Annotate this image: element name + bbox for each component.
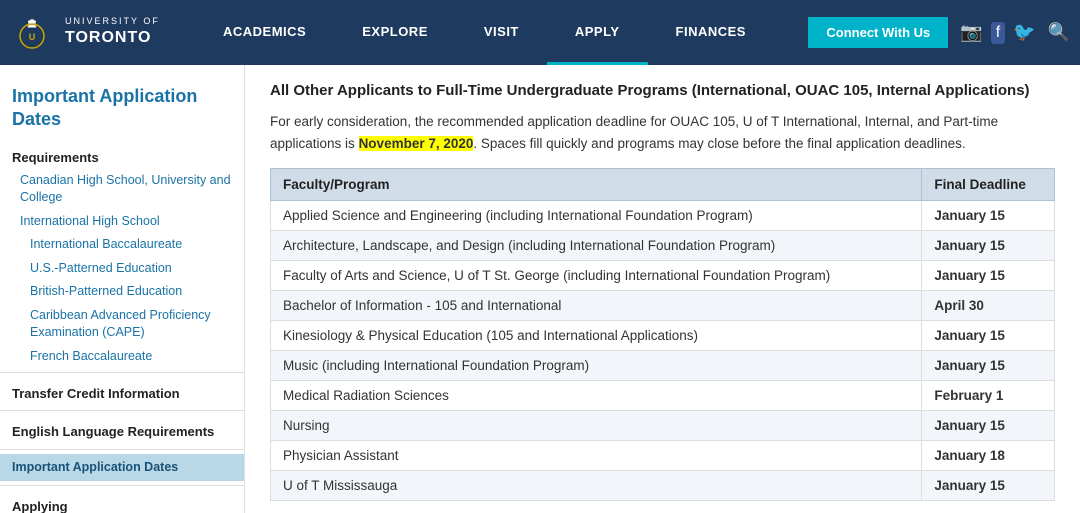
- nav-explore[interactable]: EXPLORE: [334, 0, 456, 65]
- university-crest: 🏛 U: [10, 8, 55, 58]
- program-cell: Kinesiology & Physical Education (105 an…: [271, 321, 922, 351]
- top-bar: 🏛 U UNIVERSITY OF TORONTO ACADEMICS EXPL…: [0, 0, 1080, 65]
- sidebar-intl-highschool[interactable]: International High School: [0, 210, 244, 234]
- sidebar-us-patterned[interactable]: U.S.-Patterned Education: [0, 257, 244, 281]
- table-row: Music (including International Foundatio…: [271, 351, 1055, 381]
- sidebar-requirements-header: Requirements: [0, 142, 244, 169]
- sidebar-cape[interactable]: Caribbean Advanced Proficiency Examinati…: [0, 304, 244, 345]
- body-after-highlight: . Spaces fill quickly and programs may c…: [473, 136, 965, 151]
- deadline-cell: April 30: [922, 291, 1055, 321]
- logo-area: 🏛 U UNIVERSITY OF TORONTO: [10, 8, 195, 58]
- program-cell: Physician Assistant: [271, 441, 922, 471]
- nav-visit[interactable]: VISIT: [456, 0, 547, 65]
- nav-finances[interactable]: FINANCES: [648, 0, 774, 65]
- program-cell: Bachelor of Information - 105 and Intern…: [271, 291, 922, 321]
- content-title: All Other Applicants to Full-Time Underg…: [270, 80, 1055, 101]
- table-row: Physician AssistantJanuary 18: [271, 441, 1055, 471]
- sidebar-french-baccalaureate[interactable]: French Baccalaureate: [0, 345, 244, 369]
- deadline-cell: January 15: [922, 261, 1055, 291]
- program-cell: Architecture, Landscape, and Design (inc…: [271, 231, 922, 261]
- main-nav: ACADEMICS EXPLORE VISIT APPLY FINANCES: [195, 0, 808, 65]
- table-row: NursingJanuary 15: [271, 411, 1055, 441]
- deadline-cell: January 18: [922, 441, 1055, 471]
- sidebar-applying[interactable]: Applying: [0, 490, 244, 513]
- sidebar-canadian-highschool[interactable]: Canadian High School, University and Col…: [0, 169, 244, 210]
- sidebar-divider-4: [0, 485, 244, 486]
- sidebar-divider-2: [0, 410, 244, 411]
- col-deadline-header: Final Deadline: [922, 169, 1055, 201]
- table-row: U of T MississaugaJanuary 15: [271, 471, 1055, 501]
- col-program-header: Faculty/Program: [271, 169, 922, 201]
- deadline-cell: February 1: [922, 381, 1055, 411]
- program-cell: Nursing: [271, 411, 922, 441]
- nav-academics[interactable]: ACADEMICS: [195, 0, 334, 65]
- nav-apply[interactable]: APPLY: [547, 0, 648, 65]
- main-layout: Important Application Dates Requirements…: [0, 65, 1080, 513]
- sidebar-title: Important Application Dates: [0, 75, 244, 142]
- search-icon[interactable]: 🔍: [1048, 22, 1070, 43]
- table-header-row: Faculty/Program Final Deadline: [271, 169, 1055, 201]
- svg-text:🏛: 🏛: [27, 18, 37, 28]
- program-cell: Faculty of Arts and Science, U of T St. …: [271, 261, 922, 291]
- sidebar-intl-baccalaureate[interactable]: International Baccalaureate: [0, 233, 244, 257]
- program-cell: Applied Science and Engineering (includi…: [271, 201, 922, 231]
- logo-text: UNIVERSITY OF TORONTO: [65, 16, 160, 48]
- table-row: Bachelor of Information - 105 and Intern…: [271, 291, 1055, 321]
- sidebar-british-patterned[interactable]: British-Patterned Education: [0, 280, 244, 304]
- table-row: Medical Radiation SciencesFebruary 1: [271, 381, 1055, 411]
- sidebar-divider-1: [0, 372, 244, 373]
- program-cell: Medical Radiation Sciences: [271, 381, 922, 411]
- svg-text:U: U: [29, 32, 36, 42]
- program-cell: Music (including International Foundatio…: [271, 351, 922, 381]
- deadlines-table: Faculty/Program Final Deadline Applied S…: [270, 168, 1055, 501]
- social-icons: 📷 f 🐦 🔍: [960, 22, 1070, 44]
- deadline-cell: January 15: [922, 201, 1055, 231]
- sidebar-important-dates[interactable]: Important Application Dates: [0, 454, 244, 482]
- deadline-highlight: November 7, 2020: [359, 136, 474, 151]
- table-row: Faculty of Arts and Science, U of T St. …: [271, 261, 1055, 291]
- sidebar: Important Application Dates Requirements…: [0, 65, 245, 513]
- facebook-icon[interactable]: f: [991, 22, 1005, 44]
- instagram-icon[interactable]: 📷: [960, 22, 982, 43]
- twitter-icon[interactable]: 🐦: [1013, 22, 1035, 43]
- table-row: Kinesiology & Physical Education (105 an…: [271, 321, 1055, 351]
- deadline-cell: January 15: [922, 321, 1055, 351]
- sidebar-divider-3: [0, 449, 244, 450]
- deadline-cell: January 15: [922, 351, 1055, 381]
- program-cell: U of T Mississauga: [271, 471, 922, 501]
- deadline-cell: January 15: [922, 471, 1055, 501]
- connect-button[interactable]: Connect With Us: [808, 17, 948, 48]
- deadline-cell: January 15: [922, 411, 1055, 441]
- deadline-cell: January 15: [922, 231, 1055, 261]
- sidebar-english-requirements[interactable]: English Language Requirements: [0, 415, 244, 444]
- content-area: All Other Applicants to Full-Time Underg…: [245, 65, 1080, 513]
- table-row: Architecture, Landscape, and Design (inc…: [271, 231, 1055, 261]
- table-row: Applied Science and Engineering (includi…: [271, 201, 1055, 231]
- sidebar-transfer-credit[interactable]: Transfer Credit Information: [0, 377, 244, 406]
- content-body: For early consideration, the recommended…: [270, 111, 1055, 154]
